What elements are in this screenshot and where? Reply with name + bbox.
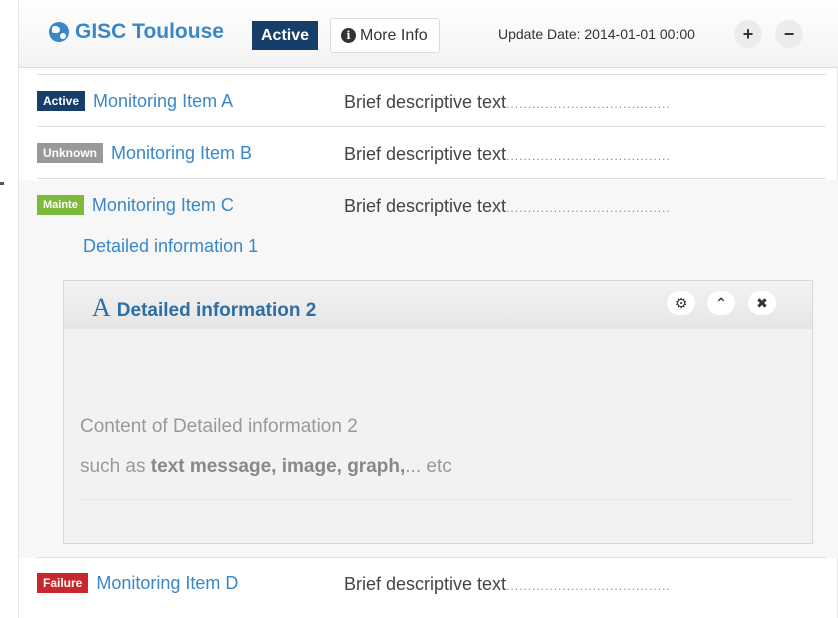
list-item: Unknown Monitoring Item B xyxy=(37,135,252,171)
detail-panel: A Detailed information 2 ⚙ ⌃ ✖ Content o… xyxy=(63,280,813,544)
panel-header: GISC Toulouse Active i More Info Update … xyxy=(19,0,838,68)
collapse-all-button[interactable]: − xyxy=(775,20,803,48)
detail-link[interactable]: Detailed information 1 xyxy=(83,236,258,257)
list-item: Active Monitoring Item A xyxy=(37,83,233,119)
chevron-up-icon: ⌃ xyxy=(715,295,727,311)
divider xyxy=(37,557,826,558)
monitoring-panel: GISC Toulouse Active i More Info Update … xyxy=(18,0,838,618)
content-line-2: such as text message, image, graph,... e… xyxy=(80,456,452,477)
list-item: Mainte Monitoring Item C xyxy=(37,187,234,223)
globe-icon xyxy=(49,22,69,42)
header-status-badge: Active xyxy=(252,21,319,50)
item-link[interactable]: Monitoring Item C xyxy=(92,195,234,216)
item-link[interactable]: Monitoring Item B xyxy=(111,143,252,164)
item-link[interactable]: Monitoring Item A xyxy=(93,91,233,112)
detail-content: Content of Detailed information 2 such a… xyxy=(80,407,452,487)
detail-title-text: Detailed information 2 xyxy=(116,300,317,321)
item-link[interactable]: Monitoring Item D xyxy=(96,573,238,594)
expand-all-button[interactable]: + xyxy=(734,20,762,48)
status-badge: Active xyxy=(37,91,86,111)
list-item: Failure Monitoring Item D xyxy=(37,565,238,601)
content-divider xyxy=(80,499,796,500)
font-icon: A xyxy=(92,293,111,322)
more-info-button[interactable]: i More Info xyxy=(330,18,440,53)
close-icon: ✖ xyxy=(756,295,768,311)
item-description: Brief descriptive text..................… xyxy=(344,144,671,164)
edge-marker xyxy=(0,182,4,185)
detail-panel-header: A Detailed information 2 ⚙ ⌃ ✖ xyxy=(64,281,812,329)
update-date: Update Date: 2014-01-01 00:00 xyxy=(498,26,695,42)
settings-button[interactable]: ⚙ xyxy=(667,291,695,315)
status-badge: Mainte xyxy=(37,195,84,215)
more-info-label: More Info xyxy=(360,26,428,44)
close-button[interactable]: ✖ xyxy=(748,291,776,315)
title-text: GISC Toulouse xyxy=(75,20,224,43)
status-badge: Failure xyxy=(37,573,89,593)
detail-panel-title: A Detailed information 2 xyxy=(92,293,316,323)
item-description: Brief descriptive text..................… xyxy=(344,92,671,112)
divider xyxy=(37,126,826,127)
item-description: Brief descriptive text..................… xyxy=(344,574,671,594)
divider xyxy=(37,74,826,75)
divider xyxy=(37,178,826,179)
item-description: Brief descriptive text..................… xyxy=(344,196,671,216)
collapse-button[interactable]: ⌃ xyxy=(707,291,735,315)
content-line-1: Content of Detailed information 2 xyxy=(80,416,358,437)
gear-icon: ⚙ xyxy=(674,295,688,311)
status-badge: Unknown xyxy=(37,143,103,163)
info-icon: i xyxy=(341,28,356,43)
page-title[interactable]: GISC Toulouse xyxy=(49,20,224,44)
